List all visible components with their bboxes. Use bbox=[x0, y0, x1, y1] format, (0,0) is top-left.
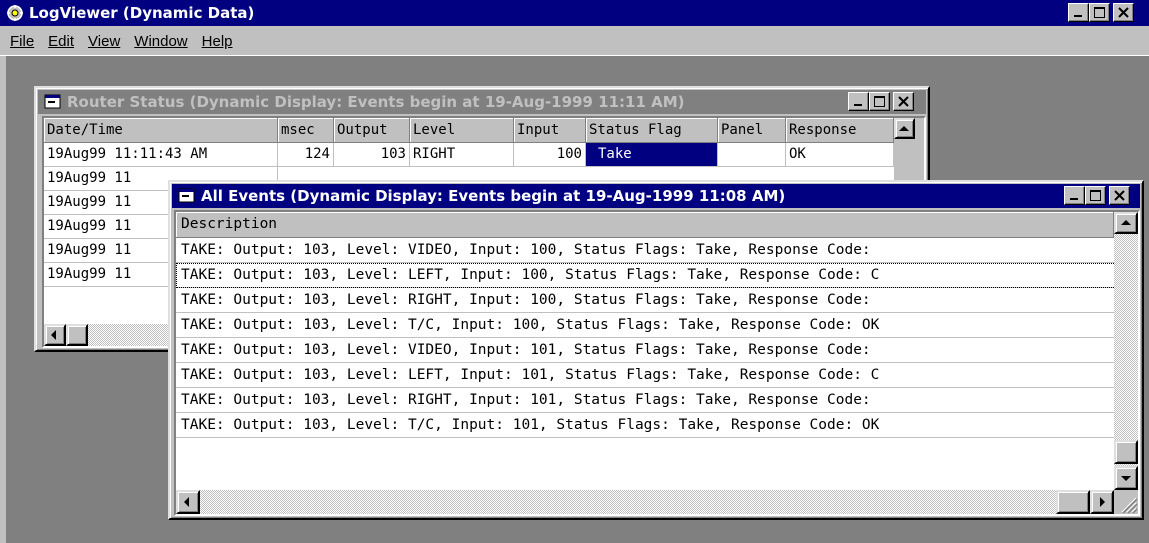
event-row[interactable]: TAKE: Output: 103, Level: VIDEO, Input: … bbox=[176, 338, 1114, 363]
close-icon bbox=[1118, 7, 1129, 18]
router-cell-level[interactable]: RIGHT bbox=[410, 143, 514, 167]
col-header-panel[interactable]: Panel bbox=[718, 118, 786, 143]
event-row[interactable]: TAKE: Output: 103, Level: RIGHT, Input: … bbox=[176, 388, 1114, 413]
minimize-icon bbox=[1074, 15, 1082, 17]
event-row[interactable]: TAKE: Output: 103, Level: T/C, Input: 10… bbox=[176, 413, 1114, 438]
router-cell-output[interactable]: 103 bbox=[334, 143, 410, 167]
events-close-button[interactable] bbox=[1109, 186, 1130, 205]
router-cell-msec[interactable]: 124 bbox=[278, 143, 334, 167]
arrow-down-icon bbox=[1121, 476, 1131, 481]
event-row[interactable]: TAKE: Output: 103, Level: RIGHT, Input: … bbox=[176, 288, 1114, 313]
col-header-input[interactable]: Input bbox=[514, 118, 586, 143]
router-minimize-button[interactable] bbox=[848, 92, 869, 111]
arrow-left-icon bbox=[51, 330, 56, 340]
all-events-titlebar[interactable]: All Events (Dynamic Display: Events begi… bbox=[172, 184, 1140, 208]
window-icon bbox=[178, 188, 195, 203]
arrow-left-icon bbox=[184, 497, 189, 507]
arrow-up-icon bbox=[899, 126, 909, 131]
events-vscroll-thumb[interactable] bbox=[1114, 440, 1138, 464]
events-scroll-down-button[interactable] bbox=[1114, 466, 1138, 490]
col-header-datetime[interactable]: Date/Time bbox=[44, 118, 278, 143]
router-scroll-up-button[interactable] bbox=[894, 118, 915, 139]
events-list[interactable]: Description TAKE: Output: 103, Level: VI… bbox=[174, 210, 1140, 516]
router-cell-datetime[interactable]: 19Aug99 11:11:43 AM bbox=[44, 143, 278, 167]
window-icon bbox=[44, 94, 61, 109]
app-minimize-button[interactable] bbox=[1068, 3, 1089, 22]
events-col-header[interactable]: Description bbox=[176, 212, 1114, 238]
minimize-icon bbox=[854, 104, 862, 106]
all-events-title: All Events (Dynamic Display: Events begi… bbox=[201, 187, 786, 205]
events-hscroll-thumb[interactable] bbox=[1056, 490, 1090, 514]
event-row[interactable]: TAKE: Output: 103, Level: VIDEO, Input: … bbox=[176, 238, 1114, 263]
router-status-title: Router Status (Dynamic Display: Events b… bbox=[67, 93, 685, 111]
maximize-icon bbox=[874, 96, 885, 107]
col-header-msec[interactable]: msec bbox=[278, 118, 334, 143]
col-header-level[interactable]: Level bbox=[410, 118, 514, 143]
router-scroll-left-button[interactable] bbox=[44, 324, 66, 346]
events-vscroll[interactable] bbox=[1114, 212, 1138, 490]
router-maximize-button[interactable] bbox=[869, 92, 890, 111]
event-row-focused[interactable]: TAKE: Output: 103, Level: LEFT, Input: 1… bbox=[176, 263, 1114, 288]
minimize-icon bbox=[1070, 198, 1078, 200]
size-grip-icon bbox=[1121, 497, 1138, 514]
events-rows: TAKE: Output: 103, Level: VIDEO, Input: … bbox=[176, 238, 1114, 494]
router-status-titlebar[interactable]: Router Status (Dynamic Display: Events b… bbox=[38, 90, 926, 114]
col-header-output[interactable]: Output bbox=[334, 118, 410, 143]
close-icon bbox=[898, 96, 909, 107]
router-cell-response[interactable]: OK bbox=[786, 143, 894, 167]
menu-view[interactable]: View bbox=[88, 33, 120, 50]
events-hscroll[interactable] bbox=[176, 490, 1114, 514]
menu-help[interactable]: Help bbox=[202, 33, 233, 50]
close-icon bbox=[1114, 190, 1125, 201]
menu-bar: File Edit View Window Help bbox=[0, 29, 1149, 54]
router-close-button[interactable] bbox=[893, 92, 914, 111]
logviewer-app-icon bbox=[7, 5, 23, 21]
events-minimize-button[interactable] bbox=[1064, 186, 1085, 205]
events-col-header-label: Description bbox=[181, 216, 278, 232]
mdi-divider bbox=[0, 55, 1149, 56]
arrow-right-icon bbox=[1100, 497, 1105, 507]
col-header-response[interactable]: Response bbox=[786, 118, 894, 143]
menu-edit[interactable]: Edit bbox=[48, 33, 74, 50]
events-scroll-up-button[interactable] bbox=[1114, 212, 1138, 234]
menu-file[interactable]: File bbox=[10, 33, 34, 50]
col-header-status-flag[interactable]: Status Flag bbox=[586, 118, 718, 143]
router-cell-panel[interactable] bbox=[718, 143, 786, 167]
arrow-up-icon bbox=[1121, 220, 1131, 225]
router-cell-input[interactable]: 100 bbox=[514, 143, 586, 167]
event-row[interactable]: TAKE: Output: 103, Level: T/C, Input: 10… bbox=[176, 313, 1114, 338]
events-scroll-left-button[interactable] bbox=[176, 490, 200, 514]
app-title: LogViewer (Dynamic Data) bbox=[29, 4, 255, 22]
events-scroll-right-button[interactable] bbox=[1090, 490, 1114, 514]
event-row[interactable]: TAKE: Output: 103, Level: LEFT, Input: 1… bbox=[176, 363, 1114, 388]
app-maximize-button[interactable] bbox=[1089, 3, 1110, 22]
size-grip[interactable] bbox=[1114, 490, 1138, 514]
maximize-icon bbox=[1090, 190, 1101, 201]
events-maximize-button[interactable] bbox=[1085, 186, 1106, 205]
app-titlebar[interactable]: LogViewer (Dynamic Data) bbox=[0, 0, 1149, 26]
all-events-window[interactable]: All Events (Dynamic Display: Events begi… bbox=[168, 180, 1144, 520]
router-cell-status-flag-selected[interactable]: Take bbox=[586, 143, 718, 167]
menu-window[interactable]: Window bbox=[134, 33, 187, 50]
maximize-icon bbox=[1094, 7, 1105, 18]
app-close-button[interactable] bbox=[1113, 3, 1134, 22]
router-hscroll-thumb[interactable] bbox=[66, 324, 88, 346]
